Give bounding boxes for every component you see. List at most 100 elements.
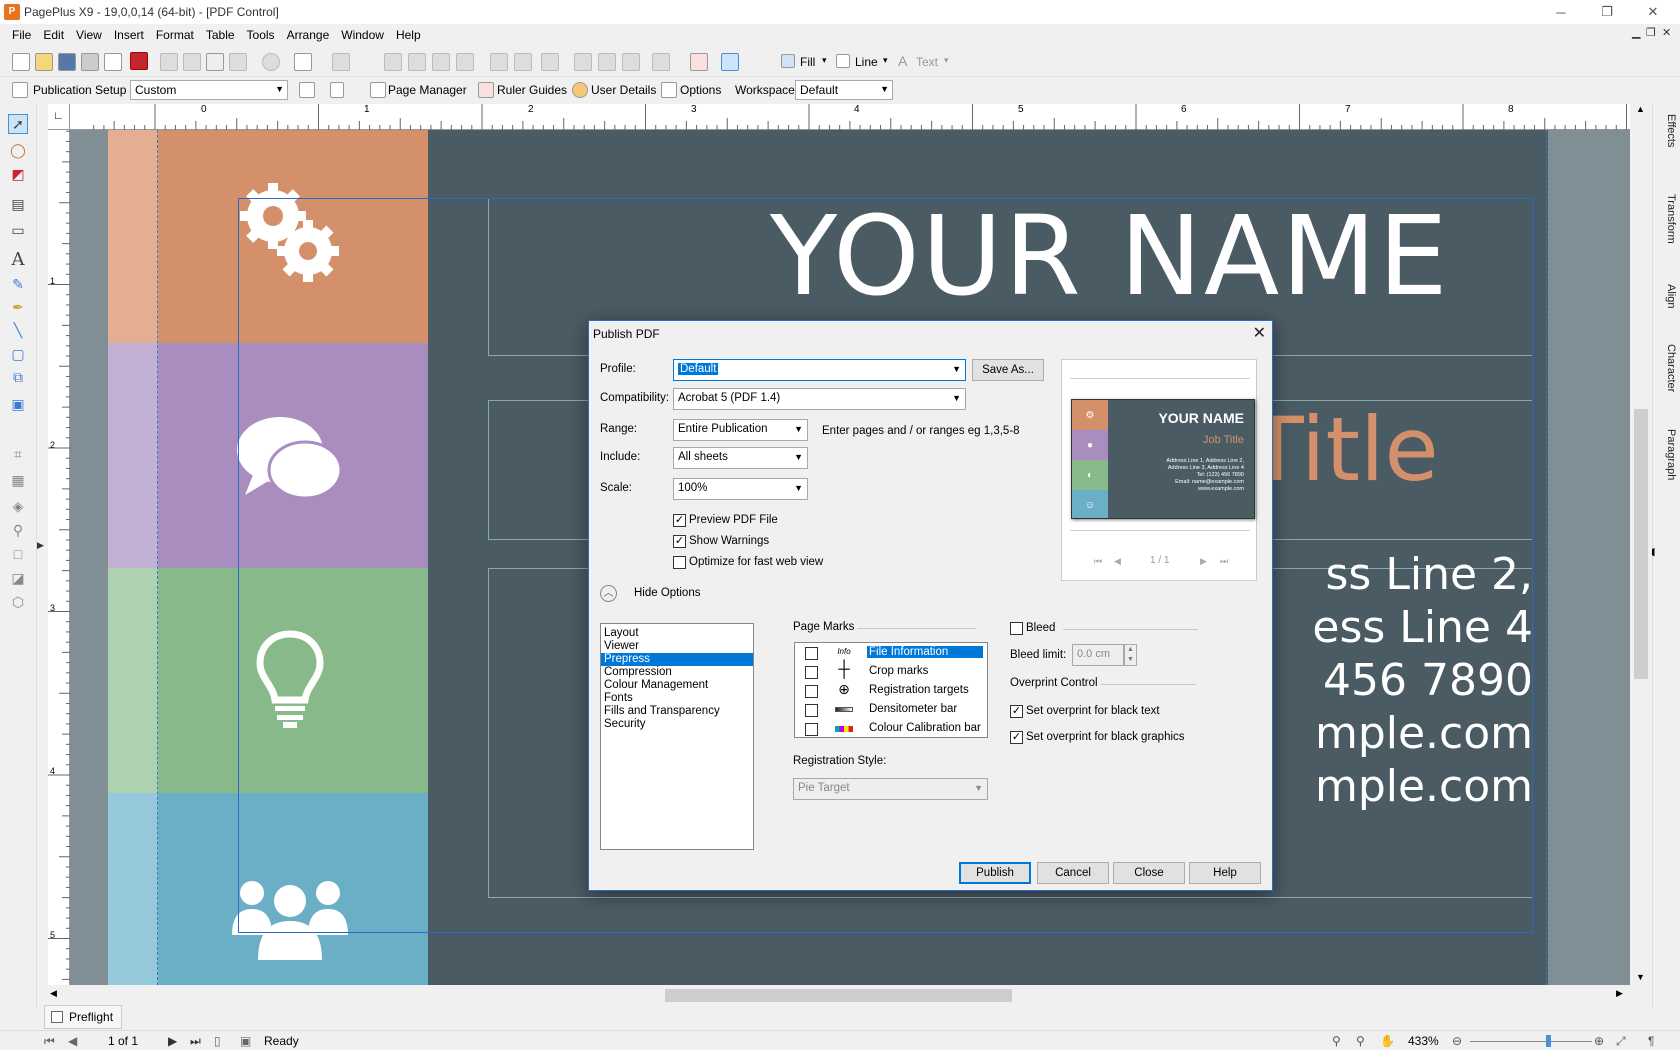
registration-targets-checkbox[interactable] <box>805 685 818 698</box>
group-icon[interactable] <box>574 53 592 71</box>
eraser-tool-icon[interactable]: □ <box>8 544 28 564</box>
line-dropdown-icon[interactable]: ▾ <box>883 55 888 66</box>
publication-setup-label[interactable]: Publication Setup <box>33 83 126 97</box>
vertical-ruler[interactable]: 1 2 3 4 5 <box>48 130 70 985</box>
page-marks-list[interactable]: Info File Information ┼ Crop marks ⊕ Reg… <box>794 642 988 738</box>
fill-dropdown-icon[interactable]: ▾ <box>822 55 827 66</box>
send-to-back-icon[interactable] <box>408 53 426 71</box>
bleed-checkbox[interactable] <box>1010 622 1023 635</box>
menu-format[interactable]: Format <box>150 28 200 42</box>
paragraph-marks-icon[interactable]: ¶ <box>1648 1034 1654 1048</box>
cut-icon[interactable] <box>160 53 178 71</box>
expand-left-icon[interactable]: ▶ <box>37 540 45 570</box>
menu-table[interactable]: Table <box>200 28 241 42</box>
tab-effects[interactable]: Effects <box>1657 114 1677 147</box>
publication-setup-combo[interactable]: Custom ▼ <box>130 80 288 100</box>
overprint-black-text-checkbox[interactable]: ✓ <box>1010 705 1023 718</box>
close-window-button[interactable]: ✕ <box>1630 0 1676 24</box>
overprint-black-graphics-checkbox[interactable]: ✓ <box>1010 731 1023 744</box>
preview-next-page-icon[interactable]: ▶ <box>1200 556 1207 567</box>
pencil-tool-icon[interactable]: ✎ <box>8 274 28 294</box>
line-label[interactable]: Line <box>855 55 878 69</box>
master-page-icon[interactable]: ▣ <box>240 1034 251 1048</box>
paint-tool-icon[interactable]: ◪ <box>8 568 28 588</box>
horizontal-ruler[interactable]: 0 1 2 3 4 5 6 7 8 <box>48 104 1630 130</box>
scale-combo[interactable]: 100% ▼ <box>673 478 808 500</box>
ungroup-icon[interactable] <box>598 53 616 71</box>
mdi-close-icon[interactable]: ✕ <box>1662 26 1671 39</box>
restore-button[interactable]: ❐ <box>1584 0 1630 24</box>
preview-last-page-icon[interactable]: ⏭ <box>1220 556 1228 567</box>
zoom-out-icon[interactable]: ⊖ <box>1452 1034 1462 1048</box>
dropper-tool-icon[interactable]: ⚲ <box>8 520 28 540</box>
fill-label[interactable]: Fill <box>800 55 815 69</box>
connector-tool-icon[interactable]: ⧉ <box>8 367 28 387</box>
menu-file[interactable]: File <box>6 28 37 42</box>
cancel-button[interactable]: Cancel <box>1037 862 1109 884</box>
fill-tool-icon[interactable]: ◈ <box>8 496 28 516</box>
range-combo[interactable]: Entire Publication ▼ <box>673 419 808 441</box>
page-mark-row[interactable]: ⊕ Registration targets <box>795 681 987 700</box>
last-page-icon[interactable]: ⏭ <box>190 1034 201 1049</box>
close-button[interactable]: Close <box>1113 862 1185 884</box>
publish-pdf-icon[interactable] <box>130 52 148 70</box>
menu-tools[interactable]: Tools <box>241 28 281 42</box>
category-viewer[interactable]: Viewer <box>601 640 753 653</box>
snapping-icon[interactable] <box>721 53 739 71</box>
text-icon[interactable]: A <box>898 53 907 69</box>
flip-vertical-icon[interactable] <box>514 53 532 71</box>
fill-icon[interactable] <box>781 54 795 68</box>
crop-icon[interactable] <box>622 53 640 71</box>
line-tool-icon[interactable]: ╲ <box>8 320 28 340</box>
profile-combo[interactable]: Default ▼ <box>673 359 966 381</box>
align-icon[interactable] <box>541 53 559 71</box>
print-icon[interactable] <box>81 53 99 71</box>
page-size-icon[interactable] <box>330 82 344 98</box>
picture-tool-icon[interactable]: ▣ <box>8 394 28 414</box>
zoom-slider[interactable] <box>1470 1041 1592 1042</box>
options-icon[interactable] <box>661 82 677 98</box>
file-information-checkbox[interactable] <box>805 647 818 660</box>
hide-options-icon[interactable]: ︿ <box>600 585 617 602</box>
registration-style-combo[interactable]: Pie Target ▼ <box>793 778 988 800</box>
help-button[interactable]: Help <box>1189 862 1261 884</box>
page-mark-row[interactable]: Info File Information <box>795 644 987 662</box>
lasso-tool-icon[interactable]: ◯ <box>8 140 28 160</box>
menu-view[interactable]: View <box>70 28 108 42</box>
artistic-text-tool-icon[interactable]: A <box>8 249 28 270</box>
pan-hand-icon[interactable]: ✋ <box>1380 1034 1395 1048</box>
horizontal-scroll-thumb[interactable] <box>665 989 1012 1002</box>
preview-first-page-icon[interactable]: ⏮ <box>1094 556 1102 567</box>
horizontal-scrollbar[interactable]: ◀ ▶ <box>48 985 1630 1005</box>
mdi-minimize-icon[interactable]: ▁ <box>1632 26 1640 39</box>
3d-tool-icon[interactable]: ⬡ <box>8 592 28 612</box>
user-details-label[interactable]: User Details <box>591 83 656 97</box>
tab-transform[interactable]: Transform <box>1657 194 1677 244</box>
publish-button[interactable]: Publish <box>959 862 1031 884</box>
page-setup-icon[interactable] <box>299 82 315 98</box>
first-page-icon[interactable]: ⏮ <box>44 1034 55 1049</box>
colour-calibration-bar-checkbox[interactable] <box>805 723 818 736</box>
page-manager-icon[interactable] <box>370 82 386 98</box>
prev-page-icon[interactable]: ◀ <box>68 1034 77 1048</box>
category-fonts[interactable]: Fonts <box>601 692 753 705</box>
category-layout[interactable]: Layout <box>601 627 753 640</box>
ruler-guides-icon[interactable] <box>478 82 494 98</box>
page-view-icon[interactable]: ▯ <box>214 1034 221 1048</box>
tab-align[interactable]: Align <box>1657 284 1677 308</box>
crop-tool-icon[interactable]: ⌗ <box>8 444 28 464</box>
ruler-origin-icon[interactable]: ∟ <box>48 104 70 130</box>
minimize-button[interactable]: ─ <box>1538 0 1584 24</box>
redo-icon[interactable] <box>332 53 350 71</box>
zoom-in-icon[interactable]: ⊕ <box>1594 1034 1604 1048</box>
forward-one-icon[interactable] <box>432 53 450 71</box>
open-icon[interactable] <box>35 53 53 71</box>
menu-edit[interactable]: Edit <box>37 28 70 42</box>
include-combo[interactable]: All sheets ▼ <box>673 447 808 469</box>
zoom-select-icon[interactable]: ⚲ <box>1356 1034 1365 1048</box>
ruler-guides-label[interactable]: Ruler Guides <box>497 83 567 97</box>
category-colour-management[interactable]: Colour Management <box>601 679 753 692</box>
workspace-combo[interactable]: Default ▼ <box>795 80 893 100</box>
copy-icon[interactable] <box>183 53 201 71</box>
node-tool-icon[interactable]: ◩ <box>8 164 28 184</box>
